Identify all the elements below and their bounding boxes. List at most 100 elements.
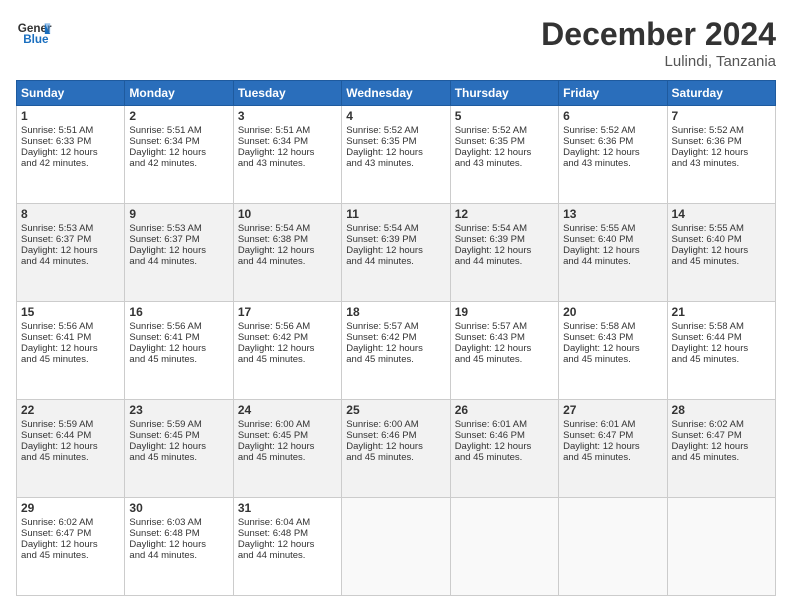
sunset-label: Sunset: 6:42 PM	[238, 332, 308, 343]
sunrise-label: Sunrise: 5:53 AM	[129, 223, 201, 234]
location: Lulindi, Tanzania	[541, 53, 776, 70]
day-number: 17	[238, 305, 337, 319]
day-number: 13	[563, 207, 662, 221]
daylight-minutes: and 43 minutes.	[455, 158, 523, 169]
day-cell-29: 29 Sunrise: 6:02 AM Sunset: 6:47 PM Dayl…	[17, 498, 125, 596]
daylight-minutes: and 45 minutes.	[21, 452, 89, 463]
daylight-minutes: and 45 minutes.	[129, 452, 197, 463]
daylight-label: Daylight: 12 hours	[21, 539, 98, 550]
day-number: 23	[129, 403, 228, 417]
day-number: 6	[563, 109, 662, 123]
daylight-minutes: and 43 minutes.	[238, 158, 306, 169]
sunrise-label: Sunrise: 5:54 AM	[455, 223, 527, 234]
day-number: 16	[129, 305, 228, 319]
sunrise-label: Sunrise: 5:51 AM	[21, 125, 93, 136]
sunset-label: Sunset: 6:48 PM	[129, 528, 199, 539]
sunrise-label: Sunrise: 5:52 AM	[455, 125, 527, 136]
calendar-week-1: 1 Sunrise: 5:51 AM Sunset: 6:33 PM Dayli…	[17, 106, 776, 204]
daylight-minutes: and 45 minutes.	[21, 354, 89, 365]
daylight-label: Daylight: 12 hours	[129, 343, 206, 354]
day-cell-24: 24 Sunrise: 6:00 AM Sunset: 6:45 PM Dayl…	[233, 400, 341, 498]
daylight-label: Daylight: 12 hours	[455, 147, 532, 158]
col-wednesday: Wednesday	[342, 81, 450, 106]
daylight-minutes: and 44 minutes.	[455, 256, 523, 267]
sunrise-label: Sunrise: 5:56 AM	[21, 321, 93, 332]
day-number: 26	[455, 403, 554, 417]
day-number: 15	[21, 305, 120, 319]
sunset-label: Sunset: 6:48 PM	[238, 528, 308, 539]
calendar-table: Sunday Monday Tuesday Wednesday Thursday…	[16, 80, 776, 596]
sunset-label: Sunset: 6:45 PM	[238, 430, 308, 441]
header-row: Sunday Monday Tuesday Wednesday Thursday…	[17, 81, 776, 106]
sunset-label: Sunset: 6:44 PM	[21, 430, 91, 441]
day-cell-27: 27 Sunrise: 6:01 AM Sunset: 6:47 PM Dayl…	[559, 400, 667, 498]
daylight-label: Daylight: 12 hours	[238, 343, 315, 354]
daylight-minutes: and 44 minutes.	[563, 256, 631, 267]
sunset-label: Sunset: 6:34 PM	[238, 136, 308, 147]
day-number: 5	[455, 109, 554, 123]
sunset-label: Sunset: 6:37 PM	[21, 234, 91, 245]
sunrise-label: Sunrise: 6:01 AM	[563, 419, 635, 430]
sunset-label: Sunset: 6:47 PM	[563, 430, 633, 441]
daylight-minutes: and 45 minutes.	[346, 452, 414, 463]
daylight-label: Daylight: 12 hours	[563, 245, 640, 256]
sunrise-label: Sunrise: 5:58 AM	[672, 321, 744, 332]
sunset-label: Sunset: 6:41 PM	[129, 332, 199, 343]
day-cell-14: 14 Sunrise: 5:55 AM Sunset: 6:40 PM Dayl…	[667, 204, 775, 302]
daylight-minutes: and 42 minutes.	[21, 158, 89, 169]
calendar-week-2: 8 Sunrise: 5:53 AM Sunset: 6:37 PM Dayli…	[17, 204, 776, 302]
daylight-label: Daylight: 12 hours	[672, 441, 749, 452]
day-cell-21: 21 Sunrise: 5:58 AM Sunset: 6:44 PM Dayl…	[667, 302, 775, 400]
day-number: 18	[346, 305, 445, 319]
day-number: 31	[238, 501, 337, 515]
day-cell-18: 18 Sunrise: 5:57 AM Sunset: 6:42 PM Dayl…	[342, 302, 450, 400]
sunset-label: Sunset: 6:44 PM	[672, 332, 742, 343]
daylight-label: Daylight: 12 hours	[672, 147, 749, 158]
sunset-label: Sunset: 6:43 PM	[455, 332, 525, 343]
col-sunday: Sunday	[17, 81, 125, 106]
sunrise-label: Sunrise: 5:52 AM	[346, 125, 418, 136]
daylight-label: Daylight: 12 hours	[129, 441, 206, 452]
sunrise-label: Sunrise: 5:59 AM	[21, 419, 93, 430]
sunrise-label: Sunrise: 5:58 AM	[563, 321, 635, 332]
daylight-minutes: and 44 minutes.	[238, 550, 306, 561]
sunset-label: Sunset: 6:39 PM	[455, 234, 525, 245]
sunset-label: Sunset: 6:37 PM	[129, 234, 199, 245]
daylight-label: Daylight: 12 hours	[563, 147, 640, 158]
daylight-label: Daylight: 12 hours	[129, 539, 206, 550]
daylight-label: Daylight: 12 hours	[238, 147, 315, 158]
day-cell-22: 22 Sunrise: 5:59 AM Sunset: 6:44 PM Dayl…	[17, 400, 125, 498]
day-number: 29	[21, 501, 120, 515]
day-number: 22	[21, 403, 120, 417]
sunset-label: Sunset: 6:40 PM	[563, 234, 633, 245]
day-cell-7: 7 Sunrise: 5:52 AM Sunset: 6:36 PM Dayli…	[667, 106, 775, 204]
day-number: 10	[238, 207, 337, 221]
sunrise-label: Sunrise: 6:02 AM	[21, 517, 93, 528]
daylight-label: Daylight: 12 hours	[21, 343, 98, 354]
day-number: 19	[455, 305, 554, 319]
day-cell-15: 15 Sunrise: 5:56 AM Sunset: 6:41 PM Dayl…	[17, 302, 125, 400]
day-cell-2: 2 Sunrise: 5:51 AM Sunset: 6:34 PM Dayli…	[125, 106, 233, 204]
sunrise-label: Sunrise: 5:59 AM	[129, 419, 201, 430]
sunrise-label: Sunrise: 5:56 AM	[129, 321, 201, 332]
daylight-minutes: and 42 minutes.	[129, 158, 197, 169]
sunset-label: Sunset: 6:40 PM	[672, 234, 742, 245]
sunset-label: Sunset: 6:47 PM	[21, 528, 91, 539]
empty-cell	[450, 498, 558, 596]
sunset-label: Sunset: 6:39 PM	[346, 234, 416, 245]
header: General Blue December 2024 Lulindi, Tanz…	[16, 16, 776, 70]
sunset-label: Sunset: 6:36 PM	[563, 136, 633, 147]
page: General Blue December 2024 Lulindi, Tanz…	[0, 0, 792, 612]
daylight-label: Daylight: 12 hours	[455, 343, 532, 354]
daylight-minutes: and 45 minutes.	[455, 354, 523, 365]
sunset-label: Sunset: 6:47 PM	[672, 430, 742, 441]
daylight-label: Daylight: 12 hours	[21, 441, 98, 452]
day-cell-9: 9 Sunrise: 5:53 AM Sunset: 6:37 PM Dayli…	[125, 204, 233, 302]
sunset-label: Sunset: 6:35 PM	[346, 136, 416, 147]
day-number: 27	[563, 403, 662, 417]
day-cell-31: 31 Sunrise: 6:04 AM Sunset: 6:48 PM Dayl…	[233, 498, 341, 596]
sunset-label: Sunset: 6:38 PM	[238, 234, 308, 245]
sunset-label: Sunset: 6:41 PM	[21, 332, 91, 343]
calendar-week-4: 22 Sunrise: 5:59 AM Sunset: 6:44 PM Dayl…	[17, 400, 776, 498]
day-cell-28: 28 Sunrise: 6:02 AM Sunset: 6:47 PM Dayl…	[667, 400, 775, 498]
